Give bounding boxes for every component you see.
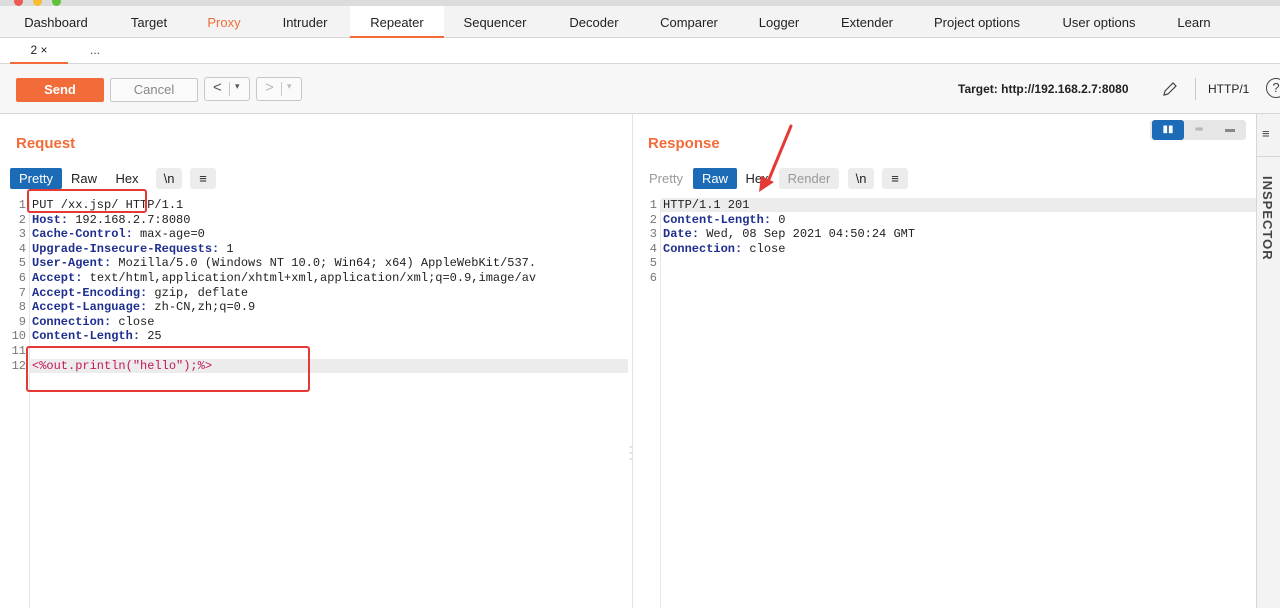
- response-menu-icon[interactable]: ≡: [882, 168, 908, 189]
- request-title: Request: [16, 135, 76, 152]
- response-tab-pretty[interactable]: Pretty: [641, 168, 691, 189]
- chevron-down-icon: ▾: [287, 81, 292, 91]
- tab-extender[interactable]: Extender: [830, 6, 904, 38]
- request-format-tabs: Pretty Raw Hex \n ≡: [10, 168, 220, 189]
- annotation-box-body: [26, 346, 310, 392]
- inspector-label[interactable]: INSPECTOR: [1260, 176, 1275, 261]
- layout-toggle: ▮▮ ═ ▬: [1150, 120, 1246, 140]
- request-menu-icon[interactable]: ≡: [190, 168, 216, 189]
- response-title: Response: [648, 135, 720, 152]
- tab-user-options[interactable]: User options: [1050, 6, 1148, 38]
- tab-proxy[interactable]: Proxy: [192, 6, 256, 38]
- main-tab-bar: Dashboard Target Proxy Intruder Repeater…: [0, 6, 1280, 38]
- side-by-side-layout-icon[interactable]: ▮▮: [1152, 120, 1184, 140]
- tab-sequencer[interactable]: Sequencer: [452, 6, 538, 38]
- tab-logger[interactable]: Logger: [748, 6, 810, 38]
- response-newline-toggle[interactable]: \n: [848, 168, 874, 189]
- request-newline-toggle[interactable]: \n: [156, 168, 182, 189]
- sub-tab-2[interactable]: 2 ×: [10, 38, 68, 64]
- target-url-label: Target: http://192.168.2.7:8080: [958, 82, 1129, 96]
- request-tab-raw[interactable]: Raw: [66, 168, 102, 189]
- request-tab-hex[interactable]: Hex: [110, 168, 144, 189]
- repeater-sub-tabs: 2 × ...: [0, 38, 1280, 64]
- tab-learn[interactable]: Learn: [1166, 6, 1222, 38]
- repeater-toolbar: Send Cancel < ▾ > ▾ Target: http://192.1…: [0, 64, 1280, 114]
- back-history-button[interactable]: < ▾: [204, 77, 250, 101]
- request-editor[interactable]: 1 PUT /xx.jsp/ HTTP/1.1 2 Host: 192.168.2.…: [0, 198, 630, 598]
- tabs-layout-icon[interactable]: ▬: [1214, 120, 1246, 140]
- response-editor[interactable]: 1 HTTP/1.1 201 2 Content-Length: 0 3 Date: …: [631, 198, 1251, 598]
- cancel-button[interactable]: Cancel: [110, 78, 198, 102]
- forward-history-button[interactable]: > ▾: [256, 77, 302, 101]
- send-button[interactable]: Send: [16, 78, 104, 102]
- tab-comparer[interactable]: Comparer: [648, 6, 730, 38]
- back-arrow-icon: <: [213, 79, 222, 96]
- chevron-down-icon: ▾: [235, 81, 240, 91]
- tab-intruder[interactable]: Intruder: [268, 6, 342, 38]
- sub-tab-new[interactable]: ...: [76, 38, 114, 64]
- tab-decoder[interactable]: Decoder: [553, 6, 635, 38]
- annotation-arrow-icon: [759, 124, 793, 192]
- tab-dashboard[interactable]: Dashboard: [8, 6, 104, 38]
- response-tab-raw[interactable]: Raw: [693, 168, 737, 189]
- tab-project-options[interactable]: Project options: [922, 6, 1032, 38]
- http-version-label[interactable]: HTTP/1: [1208, 82, 1249, 96]
- request-tab-pretty[interactable]: Pretty: [10, 168, 62, 189]
- tab-repeater[interactable]: Repeater: [350, 6, 444, 38]
- stacked-layout-icon[interactable]: ═: [1183, 120, 1215, 140]
- forward-arrow-icon: >: [265, 79, 274, 96]
- edit-target-pencil-icon[interactable]: [1160, 79, 1180, 99]
- tab-target[interactable]: Target: [112, 6, 186, 38]
- annotation-box-put-line: [27, 189, 147, 213]
- help-icon[interactable]: ?: [1266, 78, 1280, 98]
- inspector-panel[interactable]: ≡ INSPECTOR: [1256, 114, 1280, 608]
- inspector-menu-icon[interactable]: ≡: [1262, 126, 1278, 141]
